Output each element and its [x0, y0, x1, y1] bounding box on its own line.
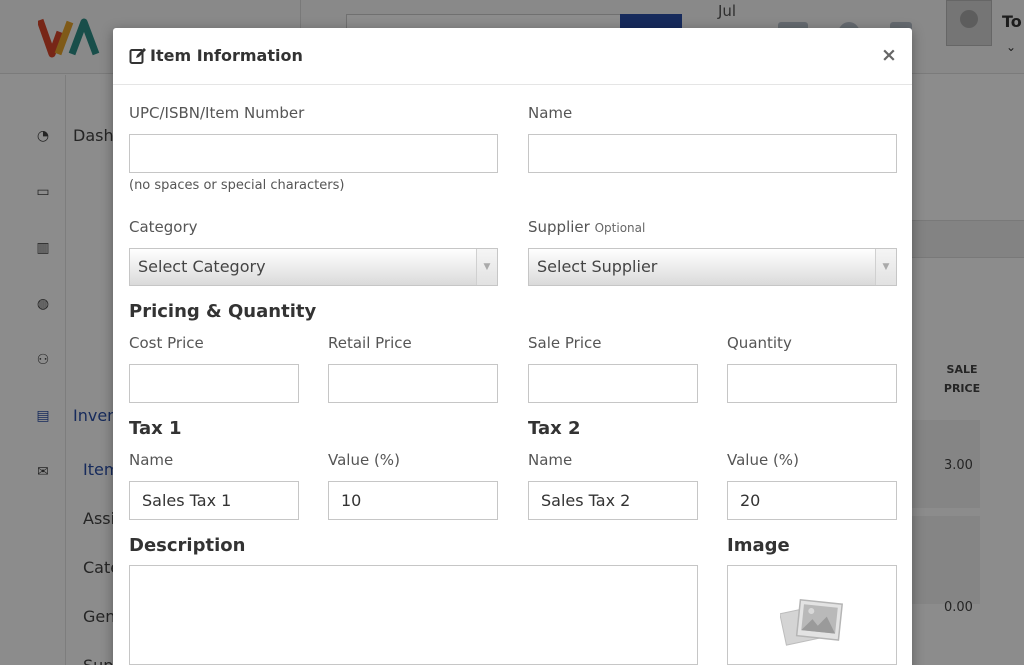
- pricing-heading: Pricing & Quantity: [129, 301, 317, 322]
- image-placeholder-icon: [780, 598, 844, 646]
- quantity-input[interactable]: [727, 364, 897, 403]
- chevron-down-icon[interactable]: ▼: [875, 249, 896, 285]
- supplier-label-text: Supplier: [528, 218, 590, 236]
- modal-title: Item Information: [150, 46, 303, 65]
- tax1-name-input[interactable]: [129, 481, 299, 520]
- tax2-value-label: Value (%): [727, 451, 799, 469]
- supplier-label: Supplier Optional: [528, 218, 645, 236]
- cost-price-label: Cost Price: [129, 334, 204, 352]
- modal-header: Item Information ×: [113, 28, 912, 85]
- edit-icon: [129, 48, 146, 64]
- image-heading: Image: [727, 535, 790, 556]
- tax2-name-input[interactable]: [528, 481, 698, 520]
- category-select[interactable]: Select Category ▼: [129, 248, 498, 286]
- description-heading: Description: [129, 535, 246, 556]
- upc-label: UPC/ISBN/Item Number: [129, 104, 305, 122]
- sale-price-label: Sale Price: [528, 334, 602, 352]
- tax1-value-label: Value (%): [328, 451, 400, 469]
- close-icon[interactable]: ×: [878, 44, 900, 66]
- tax1-heading: Tax 1: [129, 418, 182, 439]
- tax1-value-input[interactable]: [328, 481, 498, 520]
- upc-help-text: (no spaces or special characters): [129, 178, 345, 193]
- description-textarea[interactable]: [129, 565, 698, 665]
- supplier-optional-text: Optional: [594, 221, 646, 235]
- cost-price-input[interactable]: [129, 364, 299, 403]
- category-label: Category: [129, 218, 198, 236]
- item-information-modal: Item Information × UPC/ISBN/Item Number …: [113, 28, 912, 665]
- supplier-selected-value: Select Supplier: [537, 257, 658, 276]
- supplier-select[interactable]: Select Supplier ▼: [528, 248, 897, 286]
- tax1-name-label: Name: [129, 451, 174, 469]
- retail-price-input[interactable]: [328, 364, 498, 403]
- tax2-name-label: Name: [528, 451, 573, 469]
- sale-price-input[interactable]: [528, 364, 698, 403]
- tax2-value-input[interactable]: [727, 481, 897, 520]
- quantity-label: Quantity: [727, 334, 792, 352]
- tax2-heading: Tax 2: [528, 418, 581, 439]
- upc-input[interactable]: [129, 134, 498, 173]
- image-upload[interactable]: [727, 565, 897, 665]
- category-selected-value: Select Category: [138, 257, 266, 276]
- name-label: Name: [528, 104, 573, 122]
- chevron-down-icon[interactable]: ▼: [476, 249, 497, 285]
- name-input[interactable]: [528, 134, 897, 173]
- retail-price-label: Retail Price: [328, 334, 412, 352]
